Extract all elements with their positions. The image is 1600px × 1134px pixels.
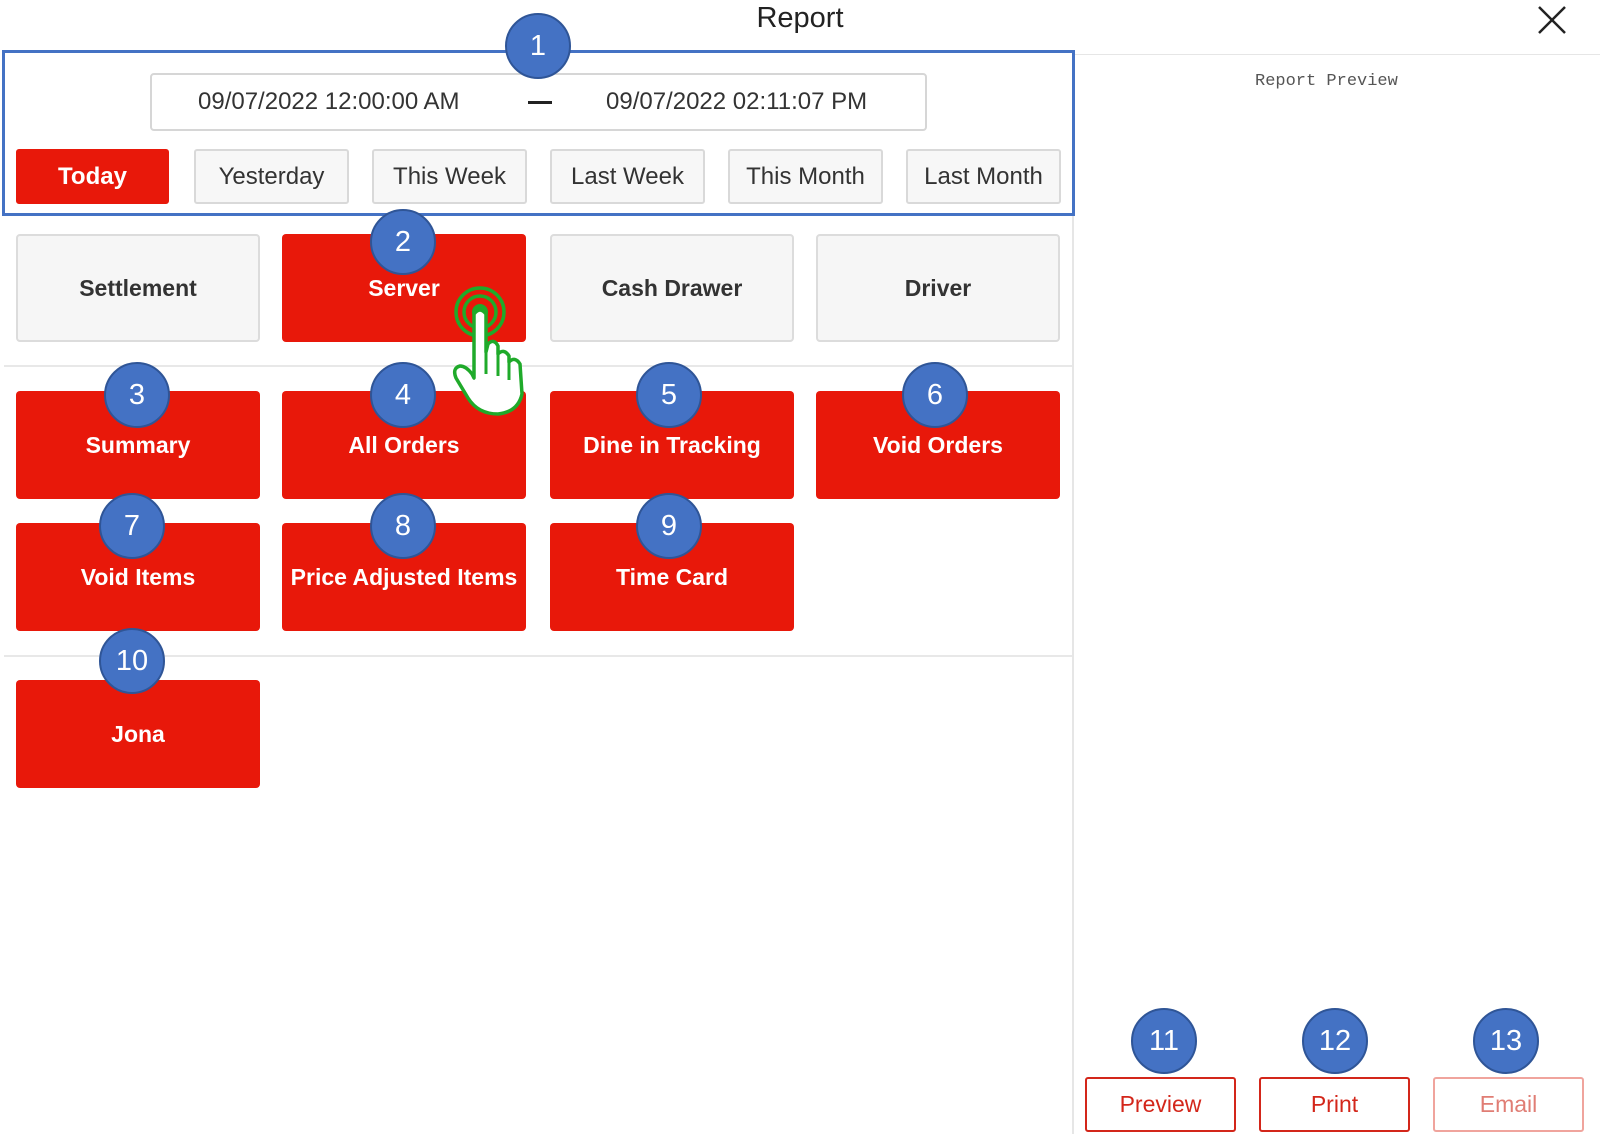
report-preview-label: Report Preview (1255, 72, 1398, 91)
quick-range-last-month[interactable]: Last Month (906, 149, 1061, 204)
callout-badge: 13 (1473, 1008, 1539, 1074)
callout-badge: 4 (370, 362, 436, 428)
dialog-title: Report (756, 2, 844, 34)
callout-badge: 10 (99, 628, 165, 694)
person-jona-button[interactable]: Jona (16, 680, 260, 788)
report-preview-panel (1072, 54, 1600, 1134)
callout-badge: 3 (104, 362, 170, 428)
quick-range-this-week[interactable]: This Week (372, 149, 527, 204)
quick-range-yesterday[interactable]: Yesterday (194, 149, 349, 204)
section-divider (4, 365, 1072, 367)
callout-badge: 9 (636, 493, 702, 559)
category-driver[interactable]: Driver (816, 234, 1060, 342)
close-icon (1538, 6, 1566, 34)
callout-badge: 11 (1131, 1008, 1197, 1074)
quick-range-last-week[interactable]: Last Week (550, 149, 705, 204)
tap-hand-icon (452, 286, 524, 416)
preview-button[interactable]: Preview (1085, 1077, 1236, 1132)
close-button[interactable] (1534, 2, 1570, 38)
category-cash-drawer[interactable]: Cash Drawer (550, 234, 794, 342)
date-range-field[interactable]: 09/07/2022 12:00:00 AM 09/07/2022 02:11:… (150, 73, 927, 131)
start-date-value[interactable]: 09/07/2022 12:00:00 AM (198, 88, 460, 116)
callout-badge: 6 (902, 362, 968, 428)
callout-badge: 12 (1302, 1008, 1368, 1074)
print-button[interactable]: Print (1259, 1077, 1410, 1132)
callout-badge: 7 (99, 493, 165, 559)
callout-badge: 8 (370, 493, 436, 559)
quick-range-today[interactable]: Today (16, 149, 169, 204)
callout-badge: 2 (370, 209, 436, 275)
email-button[interactable]: Email (1433, 1077, 1584, 1132)
date-range-separator (528, 101, 552, 104)
category-settlement[interactable]: Settlement (16, 234, 260, 342)
callout-badge: 5 (636, 362, 702, 428)
callout-badge: 1 (505, 13, 571, 79)
quick-range-this-month[interactable]: This Month (728, 149, 883, 204)
end-date-value[interactable]: 09/07/2022 02:11:07 PM (606, 88, 867, 116)
